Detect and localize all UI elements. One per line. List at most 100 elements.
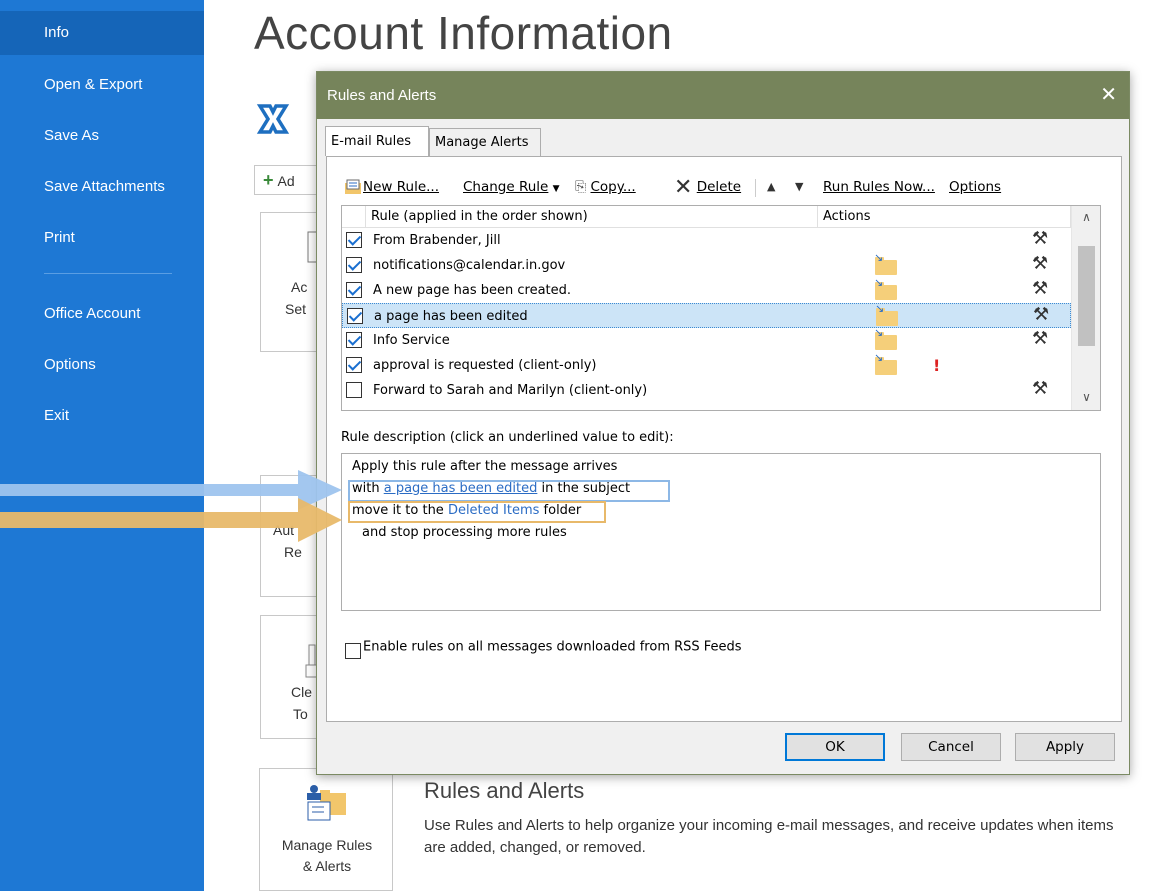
rss-rules-option[interactable]: Enable rules on all messages downloaded … [341,639,742,659]
move-up-icon[interactable]: ▲ [767,175,775,199]
move-down-icon[interactable]: ▼ [795,175,803,199]
close-icon[interactable]: ✕ [1100,72,1117,119]
tab-email-rules[interactable]: E-mail Rules [325,126,429,156]
rules-list-header: Rule (applied in the order shown) Action… [342,206,1071,228]
rules-list[interactable]: Rule (applied in the order shown) Action… [341,205,1101,411]
rule-settings-icon[interactable]: ⚒ [1032,329,1048,349]
description-line-4: and stop processing more rules [362,525,567,540]
manage-rules-label-line2: & Alerts [302,858,352,874]
rss-rules-checkbox[interactable] [345,643,361,659]
rule-row[interactable]: Forward to Sarah and Marilyn (client-onl… [342,378,1071,403]
sidebar-divider [44,273,172,274]
sidebar-item-options[interactable]: Options [0,343,204,387]
rule-settings-icon[interactable]: ⚒ [1032,229,1048,249]
rule-name: approval is requested (client-only) [373,358,597,373]
move-to-folder-icon: ↘ [874,252,897,275]
manage-rules-label-line1: Manage Rules [281,837,373,853]
delete-rule-button[interactable]: ✕ Delete [674,175,741,200]
rule-enabled-checkbox[interactable] [347,308,363,324]
rule-settings-icon[interactable]: ⚒ [1032,379,1048,399]
exchange-account-icon [255,101,291,137]
change-rule-button[interactable]: Change Rule ▼ [463,175,560,201]
rule-row[interactable]: Info Service ↘ ⚒ [342,327,1071,353]
rule-row[interactable]: A new page has been created. ↘ ⚒ [342,277,1071,303]
rss-rules-label: Enable rules on all messages downloaded … [363,639,742,655]
sidebar-item-print[interactable]: Print [0,216,204,260]
rule-enabled-checkbox[interactable] [346,282,362,298]
rule-name: a page has been edited [374,309,528,324]
email-rules-panel: New Rule... Change Rule ▼ ⎘ Copy... ✕ De… [326,156,1122,722]
manage-rules-alerts-tile[interactable]: Manage Rules & Alerts [259,768,393,891]
rule-enabled-checkbox[interactable] [346,232,362,248]
apply-button[interactable]: Apply [1015,733,1115,761]
delete-x-icon: ✕ [674,175,693,200]
sidebar-item-save-attachments[interactable]: Save Attachments [0,165,204,209]
copy-rule-button[interactable]: ⎘ Copy... [575,175,636,199]
dialog-title: Rules and Alerts [327,87,437,104]
plus-icon: + [263,170,274,190]
move-to-folder-icon: ↘ [874,352,897,375]
delete-label: Delete [696,179,742,195]
sidebar-item-office-account[interactable]: Office Account [0,292,204,336]
sidebar-item-label: Exit [44,407,70,424]
dialog-titlebar: Rules and Alerts ✕ [317,72,1129,119]
rule-row[interactable]: notifications@calendar.in.gov ↘ ⚒ [342,252,1071,278]
rule-name: A new page has been created. [373,283,572,298]
tab-manage-alerts[interactable]: Manage Alerts [429,128,541,156]
rules-list-scrollbar[interactable]: ∧ ∨ [1071,206,1100,410]
toolbar-separator [755,179,756,197]
scroll-up-icon[interactable]: ∧ [1072,206,1100,228]
change-rule-label: Change Rule [463,179,549,195]
page-title: Account Information [254,7,673,59]
scrollbar-thumb[interactable] [1078,246,1095,346]
rule-row[interactable]: approval is requested (client-only) ↘ ! [342,352,1071,378]
run-rules-now-button[interactable]: Run Rules Now... [823,175,935,199]
rule-settings-icon[interactable]: ⚒ [1033,305,1049,325]
rule-name: notifications@calendar.in.gov [373,258,566,273]
rule-row[interactable]: From Brabender, Jill ⚒ [342,228,1071,253]
rule-settings-icon[interactable]: ⚒ [1032,279,1048,299]
manage-rules-icon [307,785,346,821]
ok-button[interactable]: OK [785,733,885,761]
sidebar-item-info[interactable]: Info [0,11,204,55]
sidebar-item-label: Info [44,24,70,41]
sidebar-item-exit[interactable]: Exit [0,394,204,438]
sidebar-item-label: Options [44,356,96,373]
description-line-1: Apply this rule after the message arrive… [352,459,618,474]
tile-label: Cle [291,684,313,700]
column-header-actions[interactable]: Actions [818,206,1071,228]
new-rule-button[interactable]: New Rule... [343,175,439,199]
scroll-down-icon[interactable]: ∨ [1072,386,1100,408]
tile-label: To [293,706,308,722]
rule-description-box: Apply this rule after the message arrive… [341,453,1101,611]
sidebar-item-label: Save As [44,127,100,144]
sidebar-item-label: Print [44,229,75,246]
run-rules-now-label: Run Rules Now... [823,179,935,195]
sidebar-item-label: Open & Export [44,76,143,93]
new-rule-icon [345,179,361,194]
rule-row-selected[interactable]: a page has been edited ↘ ⚒ [342,303,1071,328]
sidebar-item-save-as[interactable]: Save As [0,114,204,158]
rules-section-heading: Rules and Alerts [424,778,585,803]
rule-name: From Brabender, Jill [373,233,501,248]
rule-description-label: Rule description (click an underlined va… [341,430,674,445]
sidebar-item-open-export[interactable]: Open & Export [0,63,204,107]
outlook-backstage: Info Open & Export Save As Save Attachme… [0,0,1156,891]
cancel-button[interactable]: Cancel [901,733,1001,761]
rule-enabled-checkbox[interactable] [346,332,362,348]
move-to-folder-icon: ↘ [874,277,897,300]
add-account-button[interactable]: + Ad [254,165,318,195]
copy-label: Copy... [590,179,636,195]
rule-enabled-checkbox[interactable] [346,357,362,373]
move-to-folder-icon: ↘ [874,327,897,350]
options-button[interactable]: Options [949,175,1001,199]
rule-enabled-checkbox[interactable] [346,257,362,273]
rule-enabled-checkbox[interactable] [346,382,362,398]
rules-alerts-dialog: Rules and Alerts ✕ E-mail Rules Manage A… [316,71,1130,775]
caret-down-icon: ▼ [552,184,560,194]
callout-arrow-orange [0,498,342,542]
backstage-sidebar: Info Open & Export Save As Save Attachme… [0,0,204,891]
new-rule-label: New Rule... [363,179,439,195]
column-header-rule[interactable]: Rule (applied in the order shown) [366,206,818,228]
rule-settings-icon[interactable]: ⚒ [1032,254,1048,274]
